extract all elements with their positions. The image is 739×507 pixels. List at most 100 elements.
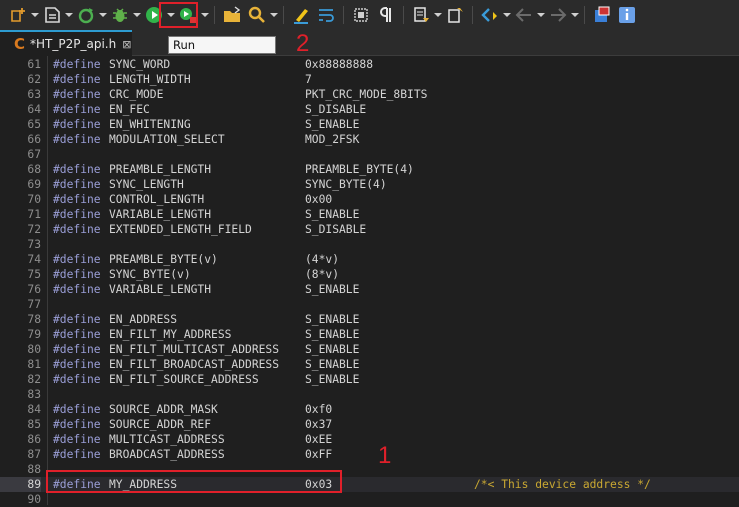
macro-value: 0xFF [305,448,333,461]
show-whitespace-icon[interactable] [374,3,398,27]
keyword: #define [53,163,101,176]
code-comment: /*< This device address */ [474,478,651,491]
macro-value: S_ENABLE [305,343,360,356]
line-number: 83 [27,388,41,401]
highlight-icon[interactable] [289,3,313,27]
macro-name: SOURCE_ADDR_MASK [109,403,218,416]
chevron-down-icon[interactable] [133,3,141,27]
code-line[interactable]: 67 [0,147,739,162]
info-icon[interactable] [615,3,639,27]
code-line[interactable]: 83 [0,387,739,402]
chevron-down-icon[interactable] [31,3,39,27]
keyword: #define [53,223,101,236]
line-number: 67 [27,148,41,161]
code-line[interactable]: 81 #define EN_FILT_BROADCAST_ADDRESS S_ENAB… [0,357,739,372]
my-address-highlight [46,470,342,493]
code-line[interactable]: 82 #define EN_FILT_SOURCE_ADDRESS S_ENABLE [0,372,739,387]
chevron-down-icon[interactable] [503,3,511,27]
editor-tab[interactable]: C *HT_P2P_api.h ⊠ [0,30,132,56]
chevron-down-icon[interactable] [65,3,73,27]
prev-annotation-icon[interactable] [443,3,467,27]
close-icon[interactable]: ⊠ [122,38,131,51]
build-icon[interactable] [74,3,98,27]
macro-name: EN_FILT_MY_ADDRESS [109,328,232,341]
editor-tab-bar: C *HT_P2P_api.h ⊠ [0,30,739,56]
annotation-number-1: 1 [378,442,392,469]
tab-title: *HT_P2P_api.h [30,37,117,51]
macro-value: S_ENABLE [305,283,360,296]
annotation-icon[interactable] [409,3,433,27]
search-icon[interactable] [245,3,269,27]
code-line[interactable]: 75 #define SYNC_BYTE(v) (8*v) [0,267,739,282]
word-wrap-icon[interactable] [314,3,338,27]
macro-name: SYNC_WORD [109,58,171,71]
chevron-down-icon[interactable] [270,3,278,27]
keyword: #define [53,268,101,281]
code-line[interactable]: 61 #define SYNC_WORD 0x88888888 [0,57,739,72]
code-line[interactable]: 70 #define CONTROL_LENGTH 0x00 [0,192,739,207]
keyword: #define [53,448,101,461]
code-line[interactable]: 80 #define EN_FILT_MULTICAST_ADDRESS S_ENAB… [0,342,739,357]
keyword: #define [53,358,101,371]
line-number: 63 [27,88,41,101]
open-folder-icon[interactable] [220,3,244,27]
line-number: 85 [27,418,41,431]
code-line[interactable]: 72 #define EXTENDED_LENGTH_FIELD S_DISABLE [0,222,739,237]
chevron-down-icon[interactable] [434,3,442,27]
code-line[interactable]: 63 #define CRC_MODE PKT_CRC_MODE_8BITS [0,87,739,102]
keyword: #define [53,118,101,131]
back-icon[interactable] [512,3,536,27]
code-line[interactable]: 77 [0,297,739,312]
keyword: #define [53,193,101,206]
macro-value: 0x00 [305,193,333,206]
macro-value: (4*v) [305,253,340,266]
forward-icon[interactable] [546,3,570,27]
line-number: 81 [27,358,41,371]
code-line[interactable]: 71 #define VARIABLE_LENGTH S_ENABLE [0,207,739,222]
code-line[interactable]: 64 #define EN_FEC S_DISABLE [0,102,739,117]
last-edit-icon[interactable] [478,3,502,27]
code-line[interactable]: 66 #define MODULATION_SELECT MOD_2FSK [0,132,739,147]
code-line[interactable]: 85 #define SOURCE_ADDR_REF 0x37 [0,417,739,432]
keyword: #define [53,373,101,386]
code-editor[interactable]: 61 #define SYNC_WORD 0x88888888 62 #define LEN… [0,56,739,506]
keyword: #define [53,253,101,266]
code-line[interactable]: 79 #define EN_FILT_MY_ADDRESS S_ENABLE [0,327,739,342]
line-number: 76 [27,283,41,296]
macro-value: SYNC_BYTE(4) [305,178,387,191]
code-line[interactable]: 74 #define PREAMBLE_BYTE(v) (4*v) [0,252,739,267]
macro-value: 7 [305,73,312,86]
line-number: 68 [27,163,41,176]
block-selection-icon[interactable] [349,3,373,27]
keyword: #define [53,283,101,296]
chevron-down-icon[interactable] [537,3,545,27]
line-number: 70 [27,193,41,206]
macro-name: MULTICAST_ADDRESS [109,433,225,446]
perspective-icon[interactable] [590,3,614,27]
code-line[interactable]: 68 #define PREAMBLE_LENGTH PREAMBLE_BYTE(4) [0,162,739,177]
macro-name: EN_WHITENING [109,118,191,131]
code-line[interactable]: 87 #define BROADCAST_ADDRESS 0xFF [0,447,739,462]
line-number: 69 [27,178,41,191]
new-file-icon[interactable] [40,3,64,27]
code-line[interactable]: 65 #define EN_WHITENING S_ENABLE [0,117,739,132]
code-line[interactable]: 73 [0,237,739,252]
macro-name: VARIABLE_LENGTH [109,208,212,221]
macro-value: 0x88888888 [305,58,374,71]
new-project-icon[interactable] [6,3,30,27]
code-line[interactable]: 69 #define SYNC_LENGTH SYNC_BYTE(4) [0,177,739,192]
macro-value: S_ENABLE [305,328,360,341]
macro-name: BROADCAST_ADDRESS [109,448,225,461]
line-number: 84 [27,403,41,416]
code-line[interactable]: 62 #define LENGTH_WIDTH 7 [0,72,739,87]
code-line[interactable]: 86 #define MULTICAST_ADDRESS 0xEE [0,432,739,447]
code-line[interactable]: 78 #define EN_ADDRESS S_ENABLE [0,312,739,327]
chevron-down-icon[interactable] [571,3,579,27]
code-line[interactable]: 76 #define VARIABLE_LENGTH S_ENABLE [0,282,739,297]
debug-icon[interactable] [108,3,132,27]
macro-value: S_DISABLE [305,103,367,116]
chevron-down-icon[interactable] [99,3,107,27]
chevron-down-icon[interactable] [201,3,209,27]
line-number: 72 [27,223,41,236]
code-line[interactable]: 84 #define SOURCE_ADDR_MASK 0xf0 [0,402,739,417]
